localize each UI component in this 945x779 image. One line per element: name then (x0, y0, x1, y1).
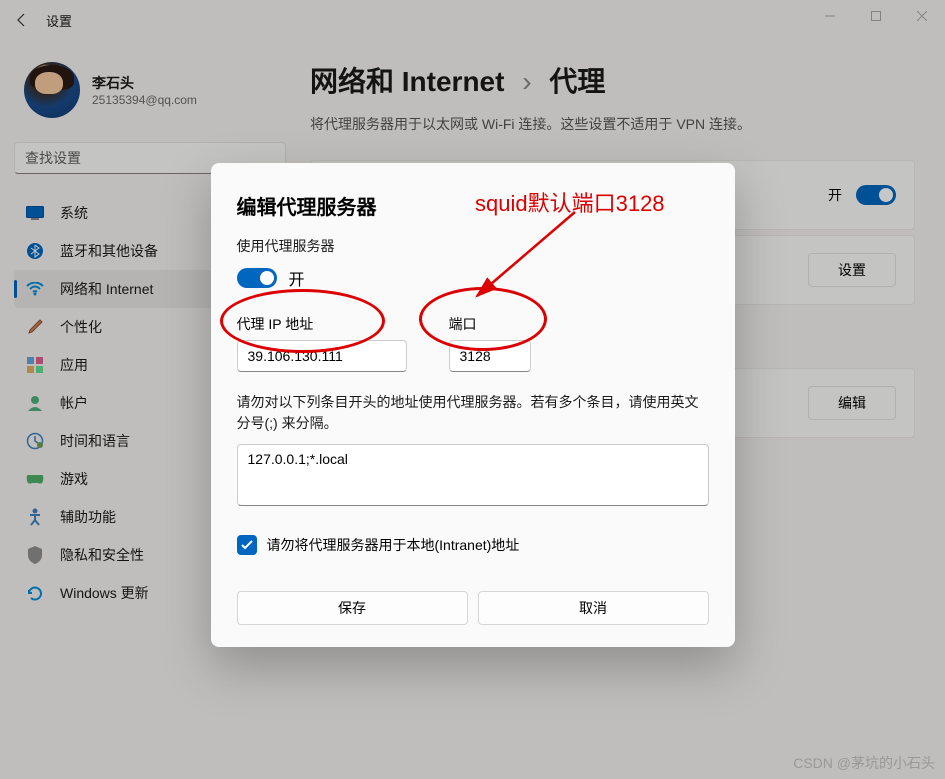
cancel-button[interactable]: 取消 (478, 591, 709, 625)
use-proxy-toggle[interactable] (237, 268, 277, 288)
modal-backdrop: 编辑代理服务器 使用代理服务器 开 代理 IP 地址 端口 请勿对以下列条目开头… (0, 0, 945, 779)
modal-title: 编辑代理服务器 (237, 191, 709, 220)
proxy-ip-input[interactable] (237, 340, 407, 372)
bypass-textarea[interactable] (237, 444, 709, 506)
intranet-checkbox[interactable] (237, 535, 257, 555)
proxy-port-label: 端口 (449, 314, 531, 334)
use-proxy-label: 使用代理服务器 (237, 236, 709, 256)
proxy-port-input[interactable] (449, 340, 531, 372)
proxy-ip-label: 代理 IP 地址 (237, 314, 407, 334)
bypass-description: 请勿对以下列条目开头的地址使用代理服务器。若有多个条目，请使用英文分号(;) 来… (237, 392, 709, 434)
save-button[interactable]: 保存 (237, 591, 468, 625)
intranet-label: 请勿将代理服务器用于本地(Intranet)地址 (267, 535, 520, 555)
watermark: CSDN @茅坑的小石头 (793, 753, 935, 773)
edit-proxy-modal: 编辑代理服务器 使用代理服务器 开 代理 IP 地址 端口 请勿对以下列条目开头… (211, 163, 735, 647)
